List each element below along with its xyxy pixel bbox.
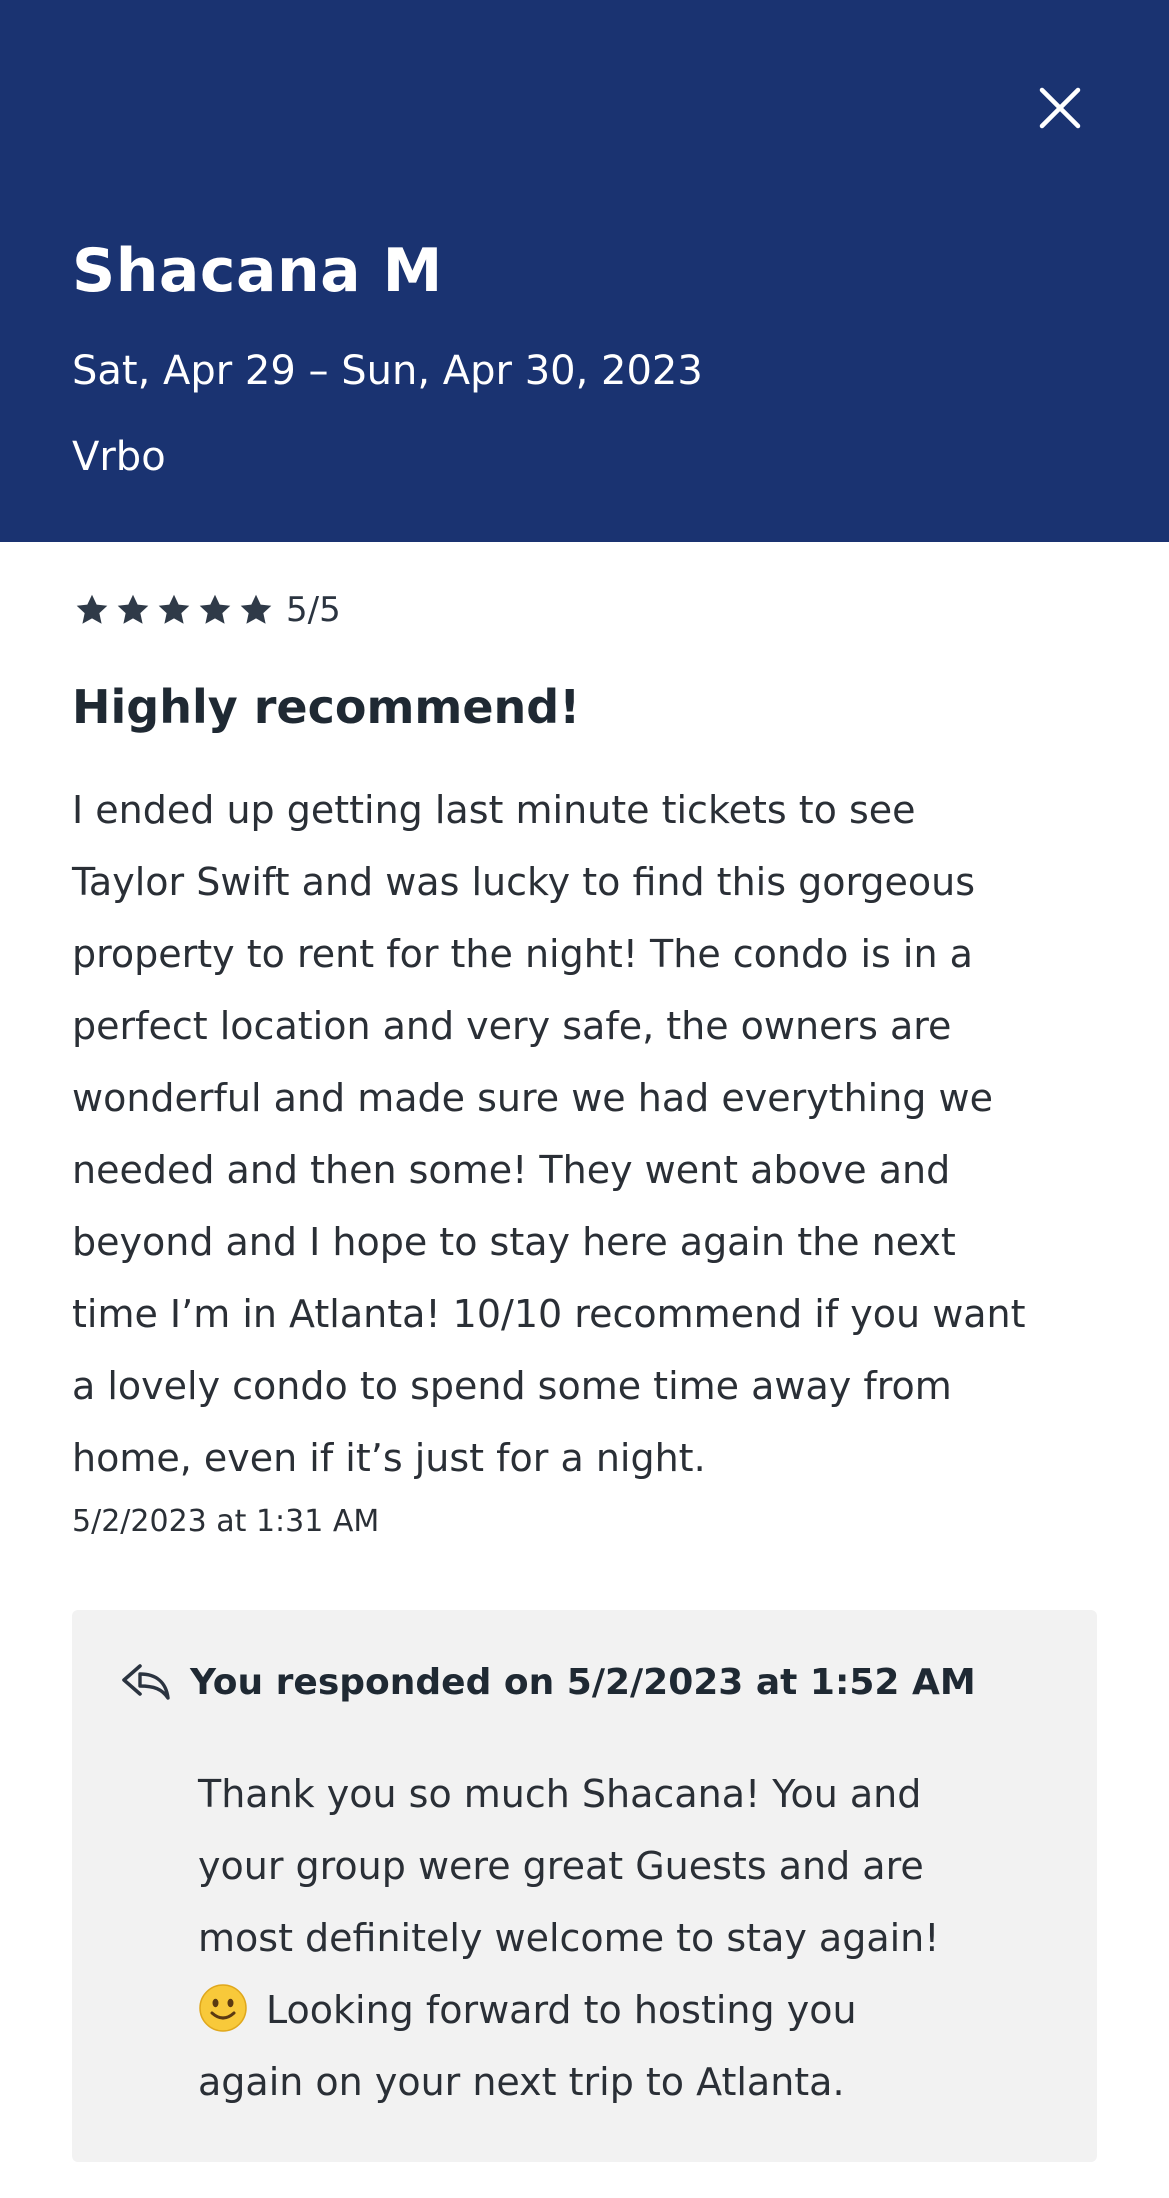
review-title: Highly recommend! [72, 680, 581, 734]
review-body-line: perfect location and very safe, the owne… [72, 1004, 952, 1048]
response-body-line: your group were great Guests and are [198, 1844, 924, 1888]
stay-dates: Sat, Apr 29 – Sun, Apr 30, 2023 [72, 348, 703, 394]
response-body: Thank you so much Shacana! You and your … [198, 1758, 940, 2118]
close-button[interactable] [1020, 76, 1100, 140]
response-heading: You responded on 5/2/2023 at 1:52 AM [190, 1661, 976, 1703]
review-body-line: needed and then some! They went above an… [72, 1148, 951, 1192]
review-body-line: property to rent for the night! The cond… [72, 932, 973, 976]
review-body-line: Taylor Swift and was lucky to find this … [72, 860, 976, 904]
response-body-line: again on your next trip to Atlanta. [198, 2060, 845, 2104]
review-header: Shacana M Sat, Apr 29 – Sun, Apr 30, 202… [0, 0, 1169, 542]
response-body-line: most definitely welcome to stay again! [198, 1916, 940, 1960]
review-body-line: beyond and I hope to stay here again the… [72, 1220, 956, 1264]
response-header: You responded on 5/2/2023 at 1:52 AM [120, 1660, 976, 1704]
reply-arrow-icon [122, 1664, 170, 1700]
guest-name: Shacana M [72, 236, 443, 306]
star-rating [74, 592, 274, 628]
response-body-line: Thank you so much Shacana! You and [198, 1772, 922, 1816]
review-body-line: a lovely condo to spend some time away f… [72, 1364, 952, 1408]
response-body-line-with-emoji: Looking forward to hosting you [198, 1974, 940, 2046]
star-icon [117, 594, 149, 624]
review-body-line: time I’m in Atlanta! 10/10 recommend if … [72, 1292, 1026, 1336]
host-response: You responded on 5/2/2023 at 1:52 AM Tha… [72, 1610, 1097, 2162]
review-body: I ended up getting last minute tickets t… [72, 774, 1112, 1494]
review-timestamp: 5/2/2023 at 1:31 AM [72, 1504, 380, 1539]
rating-row: 5/5 [74, 590, 341, 630]
star-icon [240, 594, 272, 624]
review-body-line: home, even if it’s just for a night. [72, 1436, 706, 1480]
rating-text: 5/5 [286, 590, 341, 630]
close-icon [1039, 87, 1081, 129]
response-body-text: Looking forward to hosting you [266, 1988, 857, 2032]
smiling-face-emoji-icon [199, 1984, 247, 2032]
review-body-line: I ended up getting last minute tickets t… [72, 788, 916, 832]
booking-source: Vrbo [72, 434, 166, 480]
review-body-line: wonderful and made sure we had everythin… [72, 1076, 993, 1120]
star-icon [76, 594, 108, 624]
star-icon [158, 594, 190, 624]
star-icon [199, 594, 231, 624]
